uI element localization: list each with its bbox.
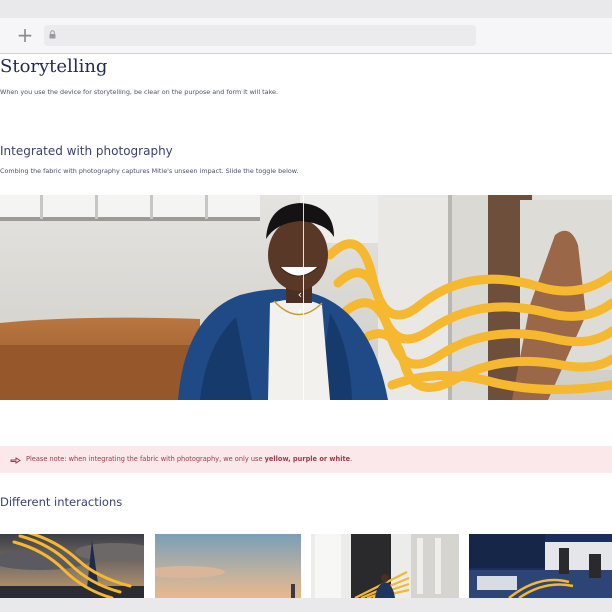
hand-pointer-icon xyxy=(10,457,21,464)
note-highlight: yellow, purple or white xyxy=(264,455,351,463)
note-text: Please note: when integrating the fabric… xyxy=(26,455,352,463)
thumbnail-image xyxy=(469,534,612,598)
page-intro: When you use the device for storytelling… xyxy=(0,88,279,96)
thumbnail-image xyxy=(311,534,459,598)
lock-icon xyxy=(49,30,56,39)
section-heading: Integrated with photography xyxy=(0,144,173,158)
before-after-image[interactable]: ‹ › xyxy=(0,195,612,400)
address-bar[interactable] xyxy=(44,25,476,46)
comparison-slider-handle[interactable]: ‹ › xyxy=(289,287,317,317)
note-banner: Please note: when integrating the fabric… xyxy=(0,446,612,473)
browser-toolbar: + xyxy=(0,18,612,54)
page-title: Storytelling xyxy=(0,56,108,77)
interaction-thumbnail[interactable] xyxy=(311,534,459,598)
thumbnail-image xyxy=(0,534,144,598)
note-text-prefix: Please note: when integrating the fabric… xyxy=(26,455,265,463)
thumbnail-image xyxy=(155,534,301,598)
interactions-heading: Different interactions xyxy=(0,495,123,509)
note-text-suffix: . xyxy=(350,455,353,463)
interaction-thumbnail[interactable] xyxy=(155,534,301,598)
interaction-thumbnail[interactable] xyxy=(0,534,144,598)
section-description: Combing the fabric with photography capt… xyxy=(0,167,299,175)
interaction-thumbnail[interactable] xyxy=(469,534,612,598)
page-content: Storytelling When you use the device for… xyxy=(0,54,612,598)
new-tab-icon[interactable]: + xyxy=(16,25,34,45)
